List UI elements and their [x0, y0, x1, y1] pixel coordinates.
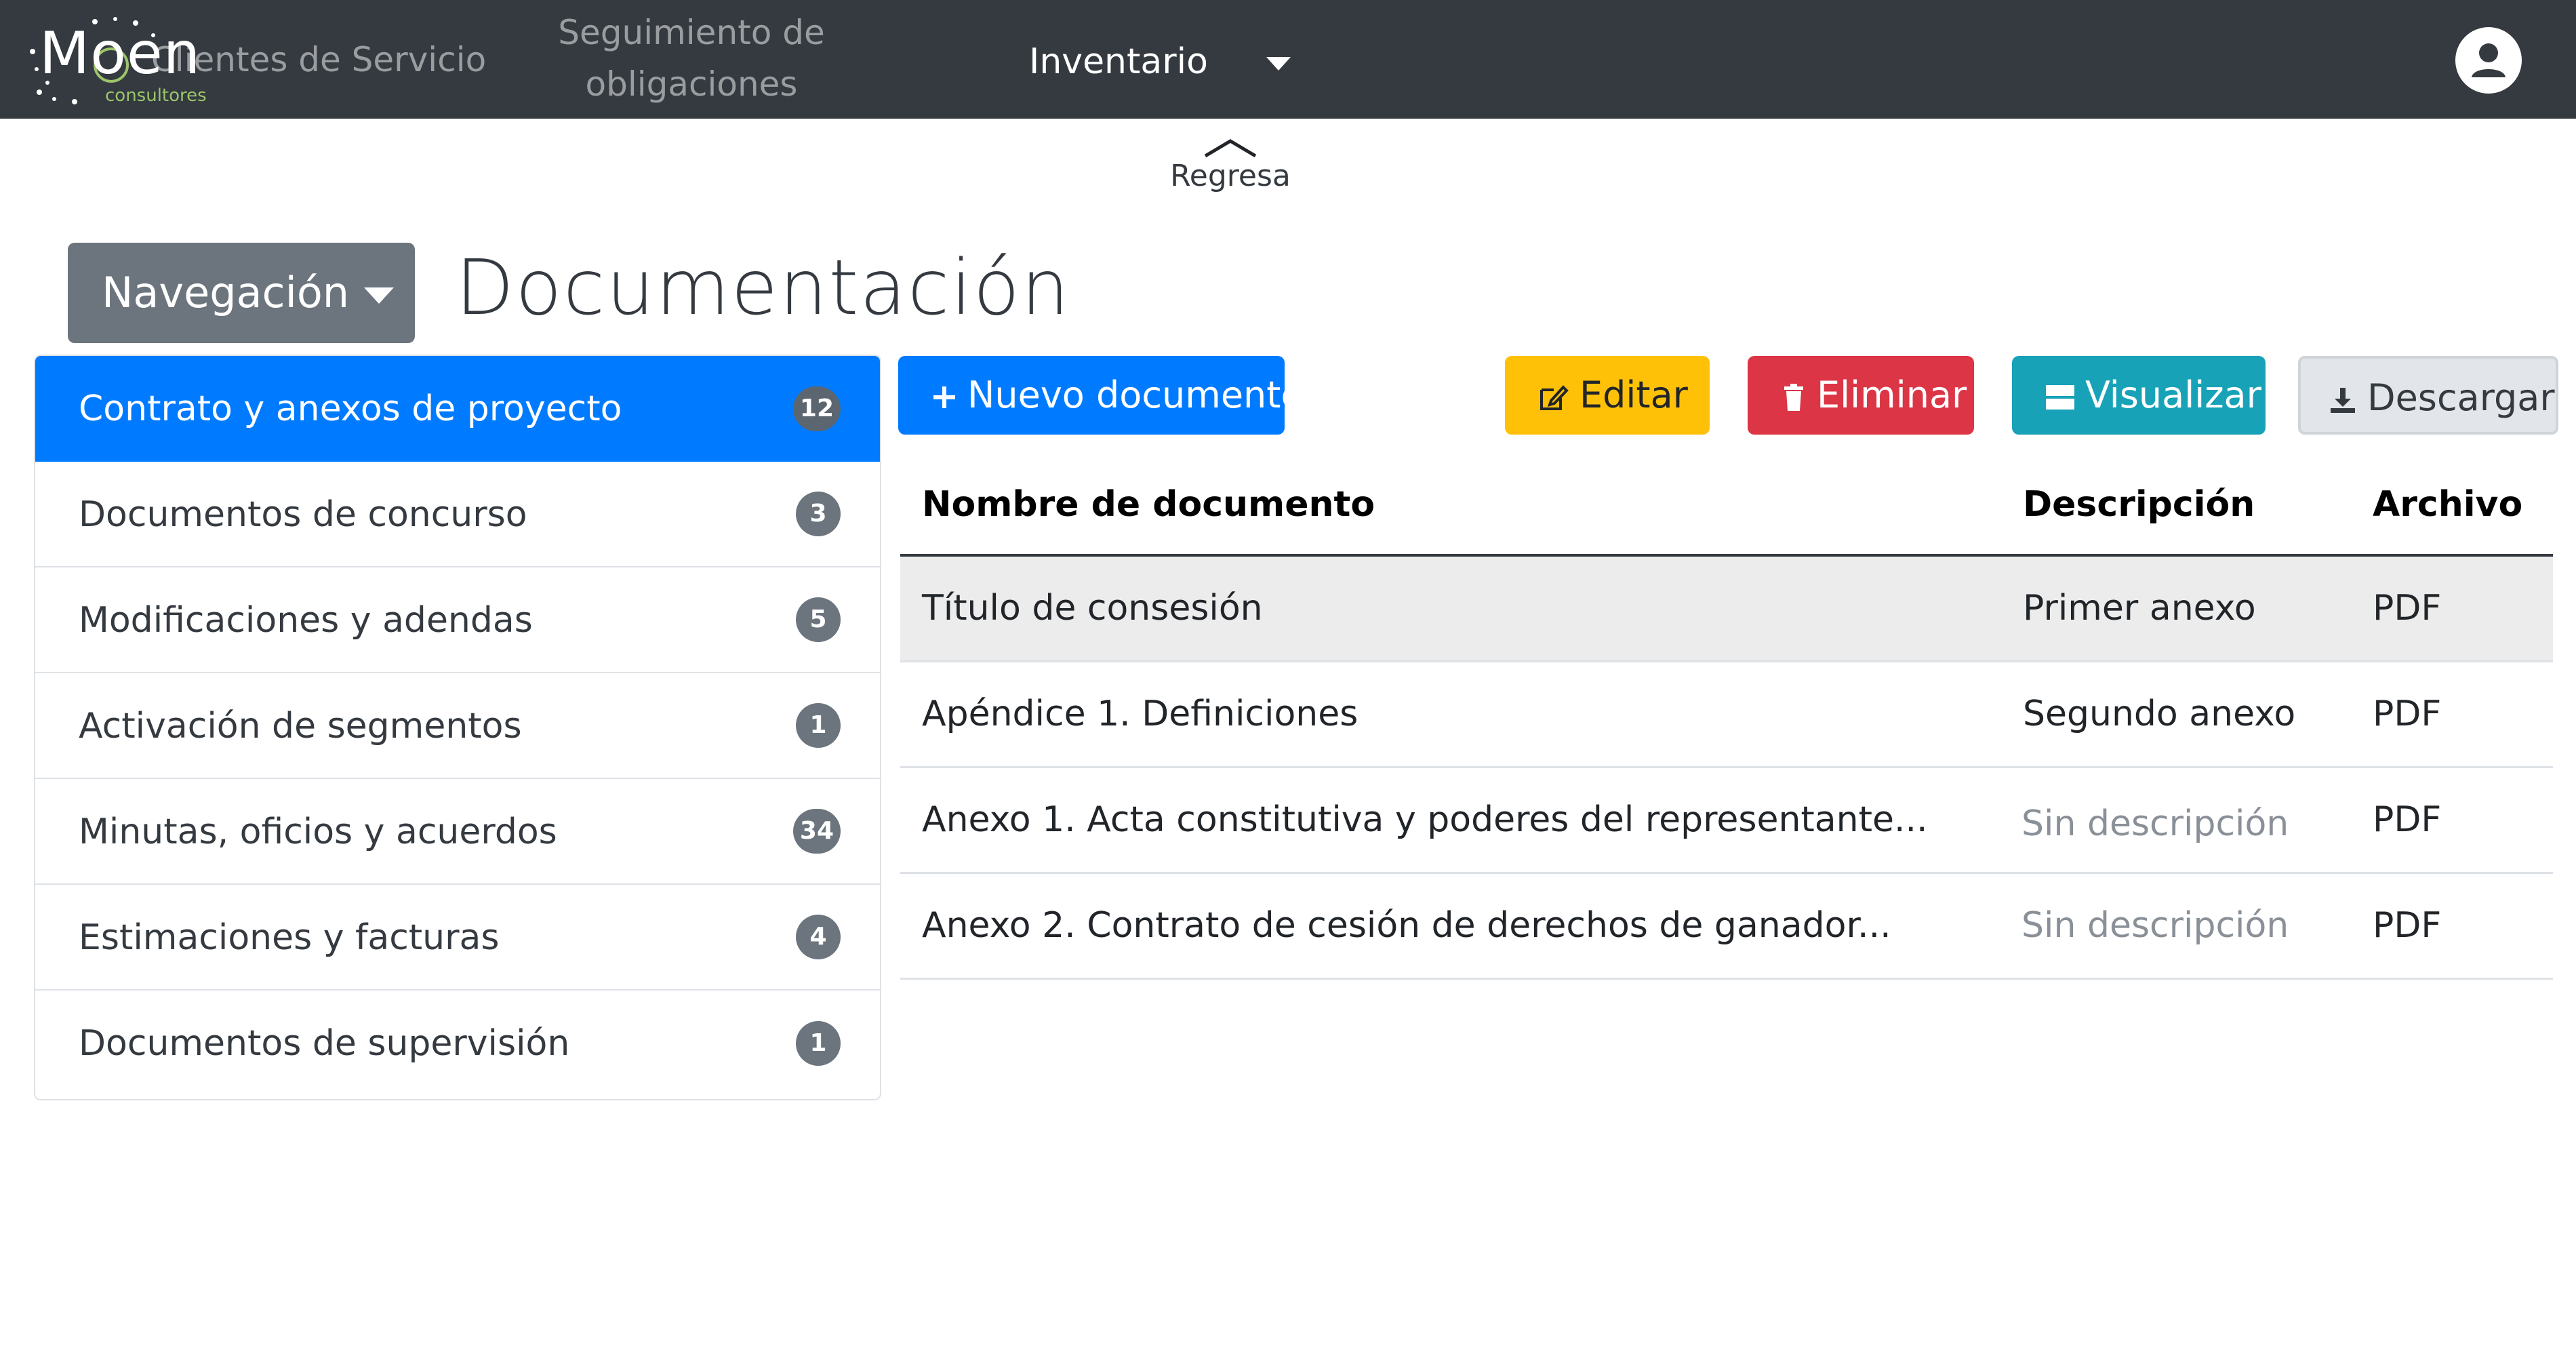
- inventario-label: Inventario: [1029, 41, 1208, 82]
- edit-label: Editar: [1579, 374, 1688, 416]
- sidebar-item-contrato[interactable]: Contrato y anexos de proyecto 12: [35, 356, 880, 462]
- logo-subtitle: consultores: [105, 85, 207, 106]
- logo-text: Moen: [39, 20, 201, 87]
- column-header-description: Descripción: [2023, 484, 2255, 525]
- file-cell[interactable]: PDF: [2373, 905, 2441, 946]
- nav-link-seguimiento[interactable]: Seguimiento de obligaciones: [536, 7, 847, 110]
- file-cell[interactable]: PDF: [2373, 588, 2441, 629]
- sidebar-item-label: Activación de segmentos: [79, 706, 522, 746]
- user-avatar[interactable]: [2455, 27, 2522, 94]
- new-document-label: Nuevo documento: [967, 374, 1285, 416]
- sidebar-item-label: Modificaciones y adendas: [79, 600, 533, 641]
- count-badge: 1: [796, 703, 841, 748]
- navegacion-label: Navegación: [102, 268, 350, 317]
- description-cell: Primer anexo: [2023, 588, 2256, 629]
- count-badge: 4: [796, 915, 841, 959]
- sidebar-item-label: Documentos de concurso: [79, 494, 527, 535]
- description-cell: Segundo anexo: [2023, 694, 2296, 734]
- sidebar-item-supervision[interactable]: Documentos de supervisión 1: [35, 991, 880, 1096]
- document-name-cell: Anexo 2. Contrato de cesión de derechos …: [922, 905, 1891, 946]
- sidebar-item-activacion[interactable]: Activación de segmentos 1: [35, 673, 880, 779]
- file-cell[interactable]: PDF: [2373, 694, 2441, 734]
- table-row[interactable]: Anexo 1. Acta constitutiva y poderes del…: [900, 768, 2553, 874]
- sidebar-item-label: Estimaciones y facturas: [79, 917, 500, 958]
- top-navbar: Clientes de Servicio Seguimiento de obli…: [0, 0, 2576, 119]
- table-row[interactable]: Título de consesión Primer anexo PDF: [900, 557, 2553, 662]
- navegacion-dropdown-button[interactable]: Navegación: [68, 243, 415, 343]
- download-label: Descargar: [2367, 376, 2555, 419]
- sidebar-item-modificaciones[interactable]: Modificaciones y adendas 5: [35, 567, 880, 673]
- moen-logo[interactable]: Moen consultores: [27, 12, 217, 107]
- chevron-down-icon: [1266, 57, 1291, 71]
- file-cell[interactable]: PDF: [2373, 799, 2441, 840]
- sidebar-item-minutas[interactable]: Minutas, oficios y acuerdos 34: [35, 779, 880, 885]
- column-header-name: Nombre de documento: [922, 484, 1375, 525]
- description-cell: Sin descripción: [2021, 803, 2289, 844]
- new-document-button[interactable]: Nuevo documento: [898, 356, 1285, 435]
- inventario-dropdown[interactable]: Inventario: [1029, 38, 1291, 85]
- delete-label: Eliminar: [1817, 374, 1967, 416]
- download-icon: [2331, 388, 2355, 414]
- count-badge: 34: [792, 809, 841, 854]
- view-icon: [2046, 385, 2074, 410]
- sidebar-item-label: Minutas, oficios y acuerdos: [79, 812, 557, 852]
- delete-button[interactable]: Eliminar: [1748, 356, 1974, 435]
- document-name-cell: Título de consesión: [922, 588, 1263, 629]
- view-label: Visualizar: [2085, 374, 2261, 416]
- table-row[interactable]: Anexo 2. Contrato de cesión de derechos …: [900, 874, 2553, 980]
- document-name-cell: Anexo 1. Acta constitutiva y poderes del…: [922, 799, 1928, 840]
- count-badge: 3: [796, 492, 841, 536]
- trash-icon: [1784, 384, 1803, 412]
- sidebar-item-label: Contrato y anexos de proyecto: [79, 388, 622, 429]
- page-title: Documentación: [456, 244, 1071, 332]
- sidebar-item-label: Documentos de supervisión: [79, 1023, 570, 1064]
- view-button[interactable]: Visualizar: [2012, 356, 2266, 435]
- table-row[interactable]: Apéndice 1. Definiciones Segundo anexo P…: [900, 662, 2553, 768]
- plus-icon: [933, 386, 955, 409]
- user-icon: [2472, 43, 2505, 77]
- column-header-file: Archivo: [2373, 484, 2523, 525]
- document-name-cell: Apéndice 1. Definiciones: [922, 694, 1359, 734]
- sidebar-item-estimaciones[interactable]: Estimaciones y facturas 4: [35, 885, 880, 991]
- edit-button[interactable]: Editar: [1505, 356, 1710, 435]
- description-cell: Sin descripción: [2021, 905, 2289, 946]
- regresa-label: Regresa: [1170, 159, 1291, 193]
- chevron-up-icon: [1204, 139, 1257, 158]
- download-button[interactable]: Descargar: [2298, 356, 2558, 435]
- category-sidebar: Contrato y anexos de proyecto 12 Documen…: [34, 355, 881, 1100]
- count-badge: 12: [792, 386, 841, 431]
- count-badge: 5: [796, 597, 841, 642]
- edit-icon: [1540, 385, 1569, 411]
- sidebar-item-concurso[interactable]: Documentos de concurso 3: [35, 462, 880, 567]
- regresa-link[interactable]: Regresa: [1152, 136, 1308, 193]
- caret-down-icon: [363, 287, 394, 304]
- count-badge: 1: [796, 1021, 841, 1066]
